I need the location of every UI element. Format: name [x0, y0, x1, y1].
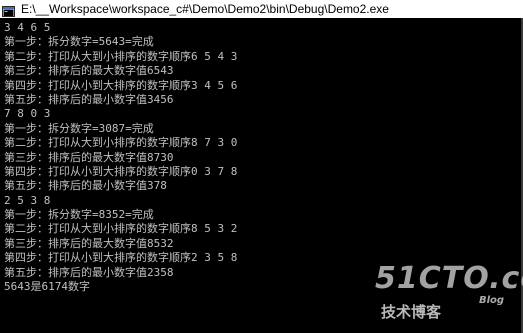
- console-line: 第四步：打印从小到大排序的数字顺序0 3 7 8: [4, 164, 238, 178]
- console-line: 第五步：排序后的最小数字值378: [4, 179, 167, 193]
- console-line: 3 4 6 5: [4, 21, 51, 34]
- watermark-brand: 51CTO.com: [375, 261, 523, 296]
- window-title: E:\__Workspace\workspace_c#\Demo\Demo2\b…: [21, 2, 389, 16]
- console-line: 第二步：打印从大到小排序的数字顺序6 5 4 3: [4, 49, 238, 63]
- console-line: 第四步：打印从小到大排序的数字顺序3 4 5 6: [4, 78, 238, 92]
- console-line: 第一步：拆分数字=5643=完成: [4, 35, 154, 49]
- watermark-blog: Blog: [479, 295, 505, 306]
- title-bar[interactable]: E:\__Workspace\workspace_c#\Demo\Demo2\b…: [0, 0, 523, 18]
- watermark: 51CTO.com 技术博客 Blog: [375, 261, 523, 331]
- console-window: E:\__Workspace\workspace_c#\Demo\Demo2\b…: [0, 0, 523, 333]
- console-line: 第五步：排序后的最小数字值3456: [4, 92, 174, 106]
- console-app-icon: [2, 4, 15, 17]
- watermark-subtitle: 技术博客: [381, 303, 442, 321]
- console-line: 第三步：排序后的最大数字值8532: [4, 236, 174, 250]
- console-line: 第一步：拆分数字=3087=完成: [4, 121, 154, 135]
- console-line: 第二步：打印从大到小排序的数字顺序8 7 3 0: [4, 136, 238, 150]
- console-line: 7 8 0 3: [4, 107, 51, 121]
- console-line: 2 5 3 8: [4, 193, 51, 207]
- console-line: 第二步：打印从大到小排序的数字顺序8 5 3 2: [4, 222, 238, 236]
- console-line: 第三步：排序后的最大数字值8730: [4, 150, 174, 164]
- console-line: 第三步：排序后的最大数字值6543: [4, 64, 174, 78]
- console-line: 第一步：拆分数字=8352=完成: [4, 208, 154, 222]
